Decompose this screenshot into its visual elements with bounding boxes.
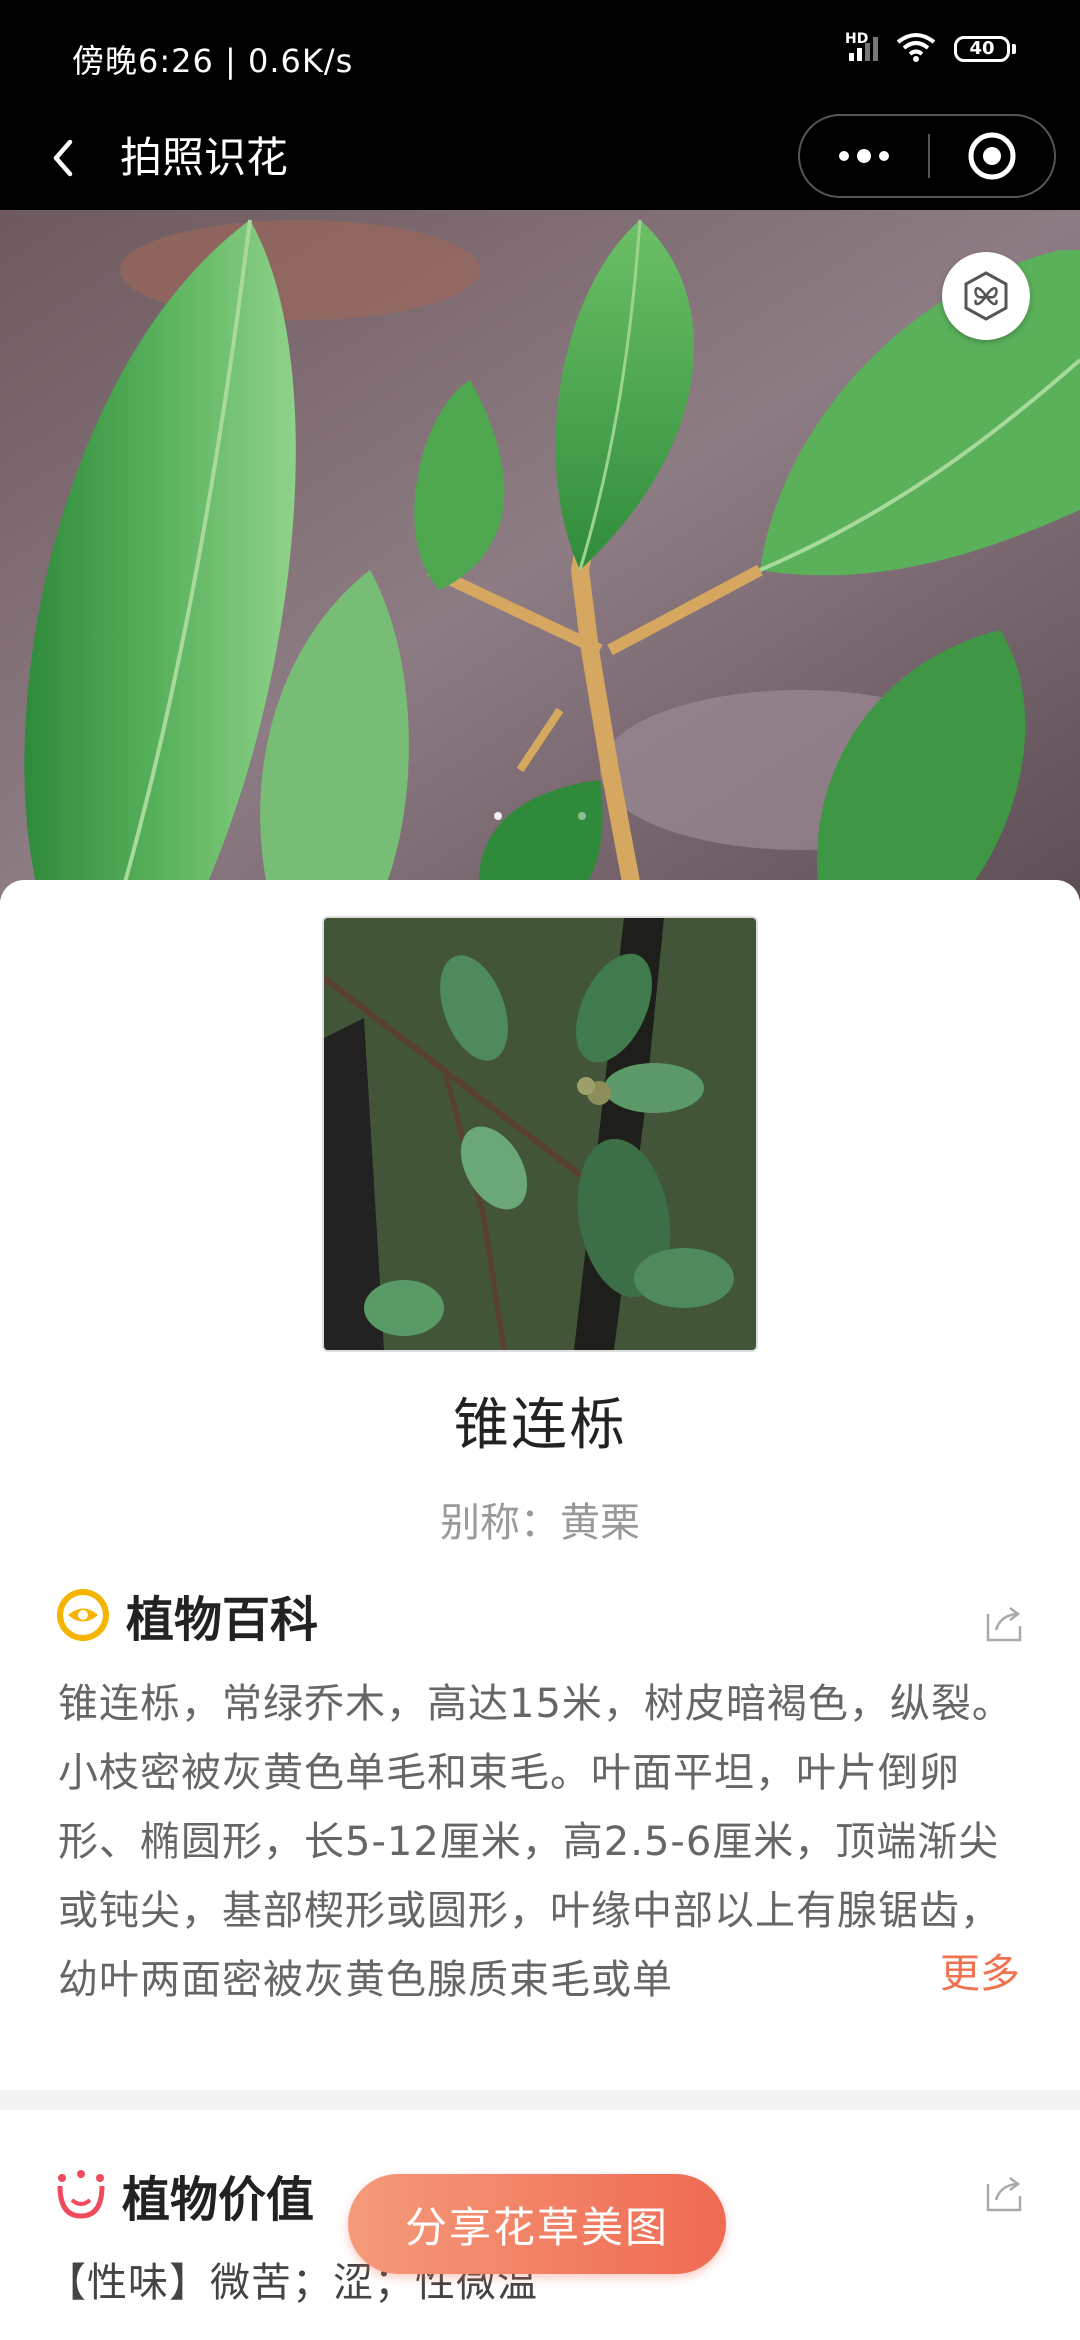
share-icon (986, 2177, 1022, 2212)
encyclopedia-header: 植物百科 (54, 1580, 318, 1650)
status-time: 傍晚6:26 | 0.6K/s (72, 42, 354, 80)
target-icon (968, 132, 1016, 180)
close-miniprogram-button[interactable] (930, 116, 1054, 196)
share-icon (986, 1607, 1022, 1642)
hero-flower-badge-button[interactable] (942, 252, 1030, 340)
plant-info-card: 锥连栎 别称：黄栗 植物百科 锥连栎，常绿乔木，高达15米，树皮暗褐色，纵裂。小… (0, 880, 1080, 2090)
nav-bar: 拍照识花 (0, 108, 1080, 210)
back-button[interactable] (36, 128, 96, 188)
plant-thumbnail[interactable] (322, 916, 758, 1352)
page-title: 拍照识花 (120, 133, 289, 182)
value-share-button[interactable] (982, 2172, 1026, 2216)
plant-thumbnail-photo (324, 918, 756, 1350)
hero-photo (0, 210, 1080, 900)
value-flower-icon (57, 2170, 105, 2219)
carousel-dot (578, 812, 586, 820)
wifi-icon (896, 32, 936, 66)
more-dots-icon (839, 149, 889, 163)
carousel-indicator (0, 812, 1080, 820)
miniprogram-capsule (798, 114, 1056, 198)
plant-alias: 别称：黄栗 (440, 1500, 640, 1546)
status-icons: HD 40 (845, 31, 1016, 66)
encyclopedia-title: 植物百科 (126, 1592, 319, 1648)
value-header: 植物价值 (54, 2160, 314, 2230)
carousel-dot-active (494, 812, 502, 820)
share-photos-button[interactable]: 分享花草美图 (348, 2174, 726, 2274)
flower-hexagon-icon (964, 271, 1008, 321)
back-arrow-icon (53, 139, 73, 177)
more-link[interactable]: 更多 (940, 1940, 1020, 2009)
value-title: 植物价值 (122, 2172, 315, 2228)
signal-icon: HD (845, 31, 878, 61)
plant-name: 锥连栎 (453, 1393, 627, 1458)
text-fade (790, 1940, 950, 2010)
status-bar: 傍晚6:26 | 0.6K/s HD 40 (0, 0, 1080, 108)
battery-icon: 40 (954, 36, 1016, 62)
eye-icon (57, 1589, 109, 1641)
hero-image-carousel[interactable] (0, 210, 1080, 900)
encyclopedia-share-button[interactable] (982, 1602, 1026, 1646)
more-button[interactable] (800, 116, 928, 196)
